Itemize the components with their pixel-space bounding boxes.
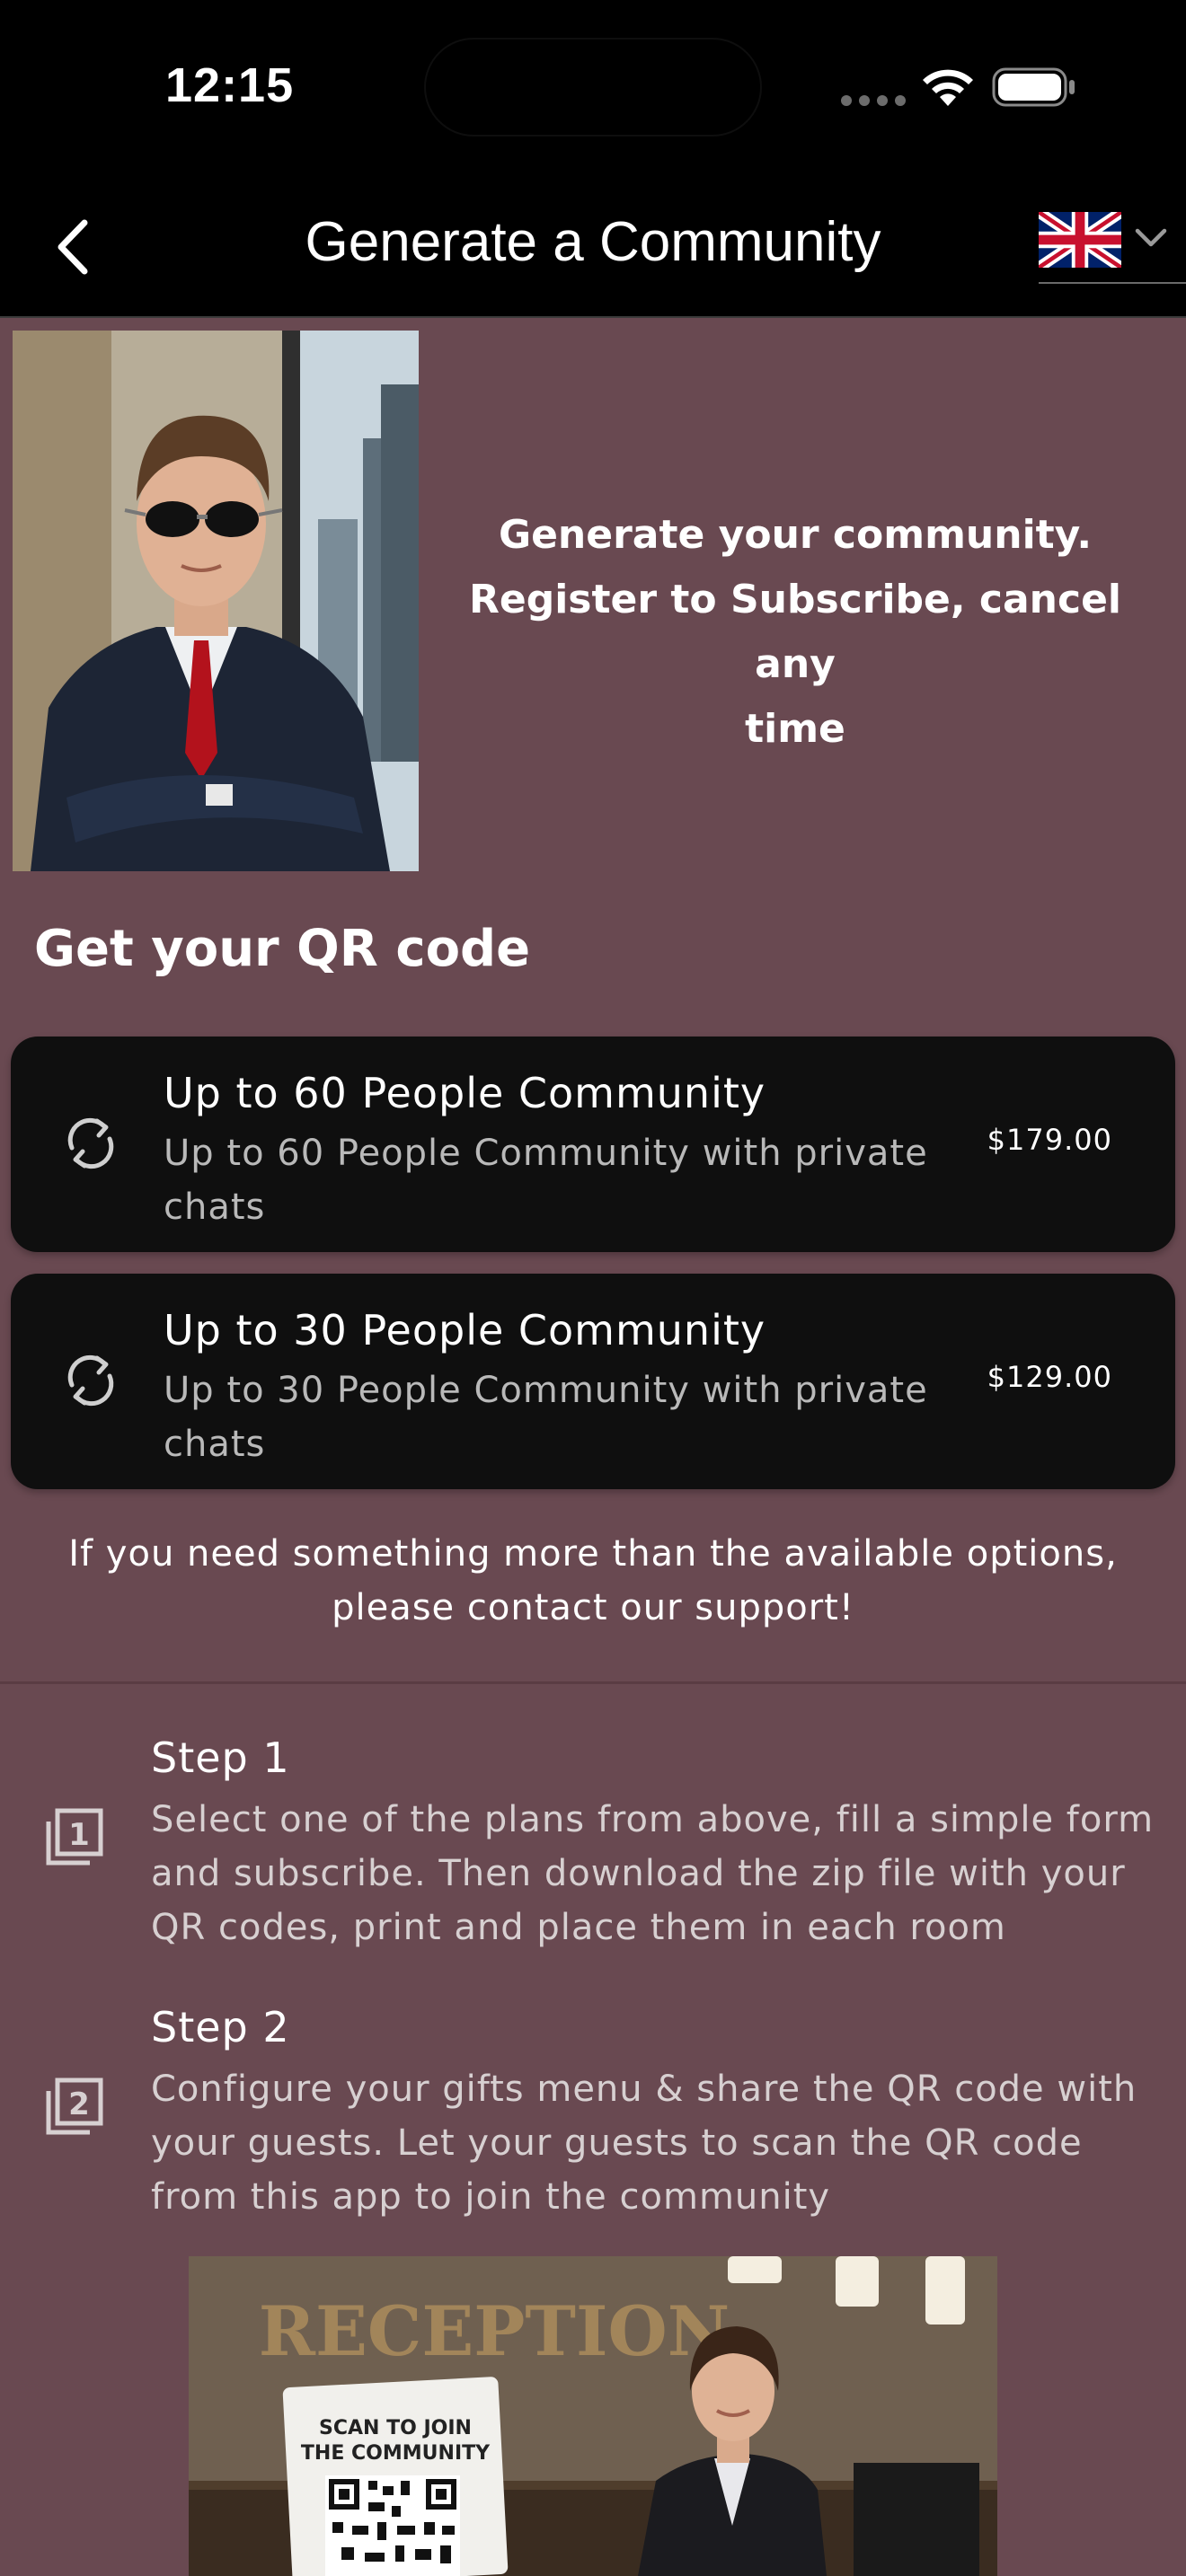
hero-tagline: Generate your community. Register to Sub… — [422, 503, 1168, 762]
svg-text:2: 2 — [68, 2086, 90, 2122]
page-title: Generate a Community — [305, 211, 881, 273]
plan-price: $129.00 — [987, 1360, 1112, 1394]
qr-code-icon — [325, 2475, 460, 2576]
refresh-icon — [67, 1354, 114, 1407]
reception-illustration: RECEPTION SCAN TO JOIN THE COMMUNITY — [189, 2256, 997, 2576]
language-selector[interactable] — [1039, 212, 1186, 284]
step-title: Step 2 — [151, 2003, 290, 2051]
divider — [0, 1681, 1186, 1684]
dynamic-island — [424, 38, 762, 137]
qr-card-text-line2: THE COMMUNITY — [301, 2442, 491, 2465]
qr-card-text-line1: SCAN TO JOIN — [319, 2417, 472, 2439]
hero-tagline-line2: Register to Subscribe, cancel any — [469, 577, 1121, 687]
status-bar: 12:15 — [0, 0, 1186, 176]
plan-card-60[interactable]: Up to 60 People Community Up to 60 Peopl… — [11, 1037, 1175, 1252]
plan-title: Up to 60 People Community — [164, 1069, 766, 1117]
plan-price: $179.00 — [987, 1123, 1112, 1157]
step-description: Select one of the plans from above, fill… — [151, 1799, 1155, 1948]
hero-tagline-line3: time — [745, 706, 845, 752]
hero-image — [13, 331, 419, 871]
qr-section-title: Get your QR code — [34, 920, 531, 978]
refresh-icon — [67, 1117, 114, 1169]
support-note: If you need something more than the avai… — [68, 1533, 1118, 1628]
reception-sign-text: RECEPTION — [259, 2291, 730, 2371]
app-bar: Generate a Community — [0, 176, 1186, 318]
battery-icon — [992, 67, 1075, 107]
status-time: 12:15 — [165, 58, 295, 112]
step-2-icon: 2 — [46, 2078, 103, 2135]
svg-text:1: 1 — [68, 1817, 90, 1853]
step-1-icon: 1 — [46, 1808, 103, 1866]
plan-description: Up to 30 People Community with private c… — [164, 1370, 928, 1465]
reception-image: RECEPTION SCAN TO JOIN THE COMMUNITY — [189, 2256, 997, 2576]
plan-title: Up to 30 People Community — [164, 1306, 766, 1354]
plan-card-30[interactable]: Up to 30 People Community Up to 30 Peopl… — [11, 1274, 1175, 1489]
uk-flag-icon — [1039, 212, 1121, 268]
plan-description: Up to 60 People Community with private c… — [164, 1133, 928, 1228]
cellular-signal-icon — [841, 95, 906, 106]
businessman-illustration — [13, 331, 419, 871]
chevron-down-icon — [1135, 228, 1167, 247]
step-description: Configure your gifts menu & share the QR… — [151, 2069, 1137, 2218]
wifi-icon — [923, 69, 973, 106]
hero-tagline-line1: Generate your community. — [498, 512, 1093, 558]
step-title: Step 1 — [151, 1734, 290, 1782]
